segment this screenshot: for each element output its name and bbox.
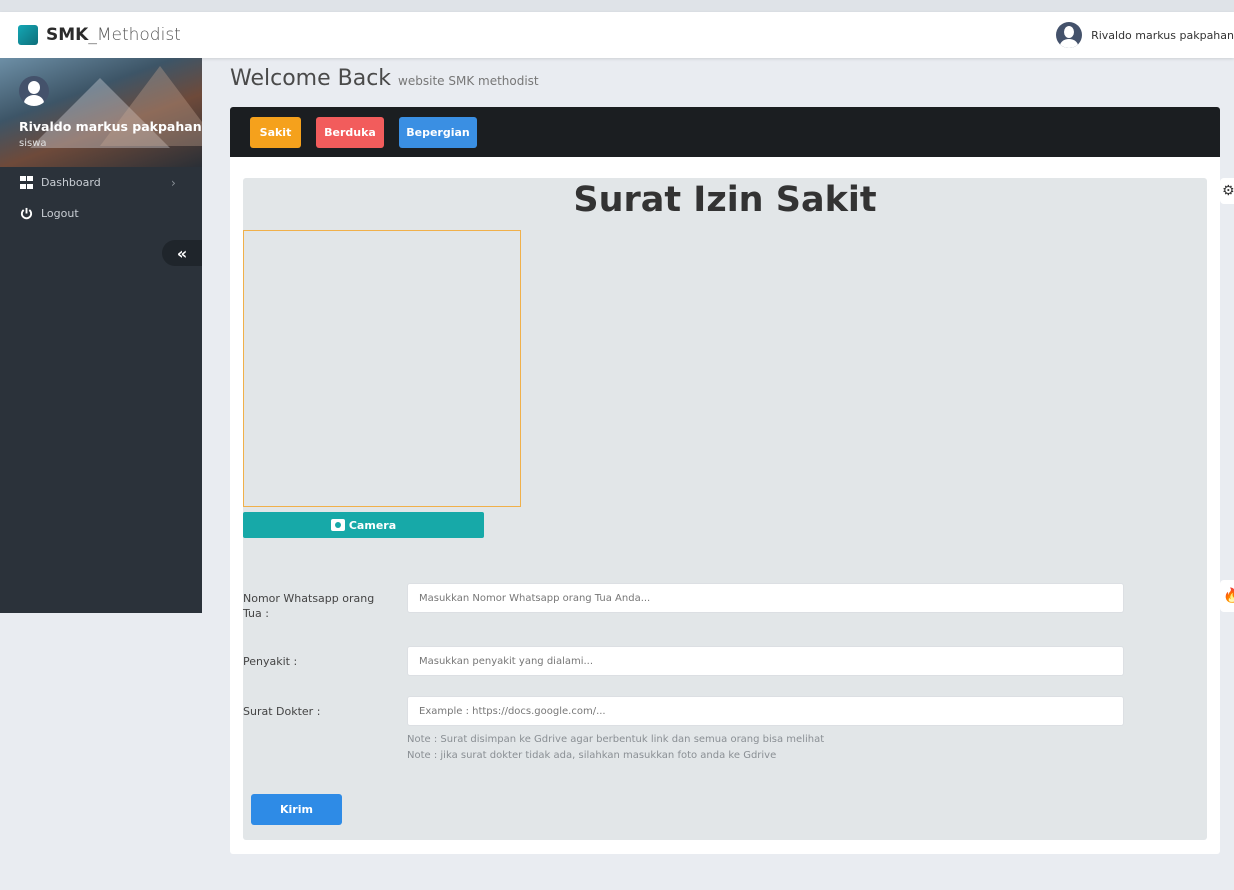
main-panel: Sakit Berduka Bepergian Surat Izin Sakit… [230,107,1220,854]
form-title: Surat Izin Sakit [573,180,877,220]
page-title: Welcome Back website SMK methodist [230,66,539,91]
penyakit-input[interactable]: Masukkan penyakit yang dialami... [407,646,1124,676]
sidebar-item-logout[interactable]: Logout [0,198,202,229]
sidebar-item-dashboard[interactable]: Dashboard › [0,167,202,198]
leave-type-tabs: Sakit Berduka Bepergian [230,107,1220,157]
dashboard-grid-icon [19,176,33,190]
tab-sakit[interactable]: Sakit [250,117,301,148]
brand-logo-icon [18,25,38,45]
profile-role: siswa [19,138,47,149]
profile-background-image-peak [100,66,202,146]
note-gdrive: Note : Surat disimpan ke Gdrive agar ber… [407,734,825,745]
chevron-right-icon: › [171,175,176,190]
fire-icon[interactable]: 🔥 [1220,580,1234,612]
camera-button-label: Camera [348,518,397,532]
power-icon [19,207,33,221]
tab-bepergian[interactable]: Bepergian [399,117,477,148]
sidebar: Rivaldo markus pakpahan siswa Dashboard … [0,58,202,613]
sidebar-collapse-button[interactable]: « [162,240,202,266]
user-name: Rivaldo markus pakpahan [1091,28,1234,42]
penyakit-placeholder: Masukkan penyakit yang dialami... [419,655,594,667]
profile-name: Rivaldo markus pakpahan [19,119,202,134]
leave-form-card: Surat Izin Sakit Camera Nomor Whatsapp o… [243,178,1207,840]
whatsapp-label: Nomor Whatsapp orang Tua : [243,592,375,620]
welcome-subtitle: website SMK methodist [398,74,539,88]
sidebar-item-label: Logout [41,207,79,220]
profile-avatar-icon [19,76,49,106]
user-menu[interactable]: Rivaldo markus pakpahan [1056,22,1234,48]
brand-logo-link[interactable]: SMK _Methodist [18,25,181,45]
surat-dokter-placeholder: Example : https://docs.google.com/... [419,705,606,717]
welcome-heading: Welcome Back [230,66,392,91]
camera-icon [330,519,345,531]
whatsapp-input[interactable]: Masukkan Nomor Whatsapp orang Tua Anda..… [407,583,1124,613]
camera-button[interactable]: Camera [243,512,484,538]
whatsapp-placeholder: Masukkan Nomor Whatsapp orang Tua Anda..… [419,592,651,604]
surat-dokter-input[interactable]: Example : https://docs.google.com/... [407,696,1124,726]
settings-gear-icon[interactable]: ⚙ [1220,178,1234,204]
top-navbar: SMK _Methodist Rivaldo markus pakpahan [0,12,1234,58]
camera-preview [243,230,521,507]
browser-top-strip [0,0,1234,12]
submit-button[interactable]: Kirim [251,794,342,825]
tab-berduka[interactable]: Berduka [316,117,384,148]
note-no-doctor: Note : jika surat dokter tidak ada, sila… [407,750,777,761]
surat-dokter-label: Surat Dokter : [243,705,321,718]
sidebar-item-label: Dashboard [41,176,101,189]
user-avatar-icon [1056,22,1083,48]
brand-name-light: _Methodist [88,25,181,45]
penyakit-label: Penyakit : [243,655,298,668]
brand-name-bold: SMK [46,25,89,45]
sidebar-profile: Rivaldo markus pakpahan siswa [0,58,202,167]
